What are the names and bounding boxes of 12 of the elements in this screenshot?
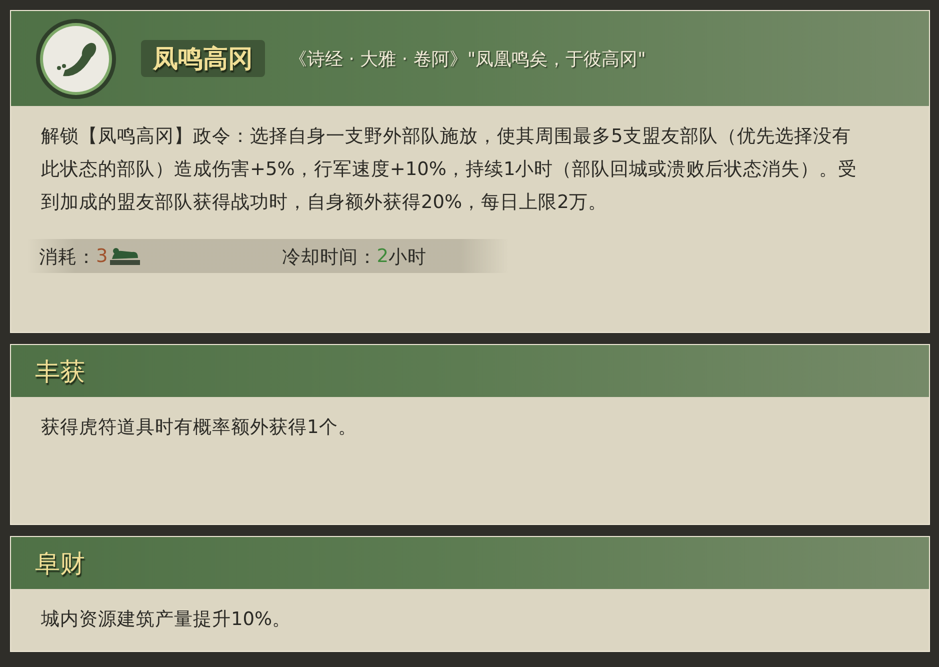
cost-label: 消耗： [39,246,96,268]
cooldown-value: 2 [376,246,389,266]
cooldown-unit: 小时 [388,246,427,268]
skill-title: 凤鸣高冈 [141,40,265,77]
skill-description: 解锁【凤鸣高冈】政令：选择自身一支野外部队施放，使其周围最多5支盟友部队（优先选择没有此状态的部队）造成伤害+5%，行军速度+10%，持续1小时（部队回城或溃败后状态消失）。受到加成的盟友部队获得战功时，自身额外获得20%，每日上限2万。 [41,125,858,215]
skill-description: 城内资源建筑产量提升10%。 [41,608,292,632]
quote-text: 《诗经 · 大雅 · 卷阿》"凤凰鸣矣，于彼高冈" [289,48,646,70]
skill-title: 丰获 [35,356,85,388]
skill-description: 获得虎符道具时有概率额外获得1个。 [41,416,358,440]
cost-value: 3 [96,246,108,266]
cooldown-label: 冷却时间： [282,246,377,268]
skill-title: 阜财 [35,548,85,580]
